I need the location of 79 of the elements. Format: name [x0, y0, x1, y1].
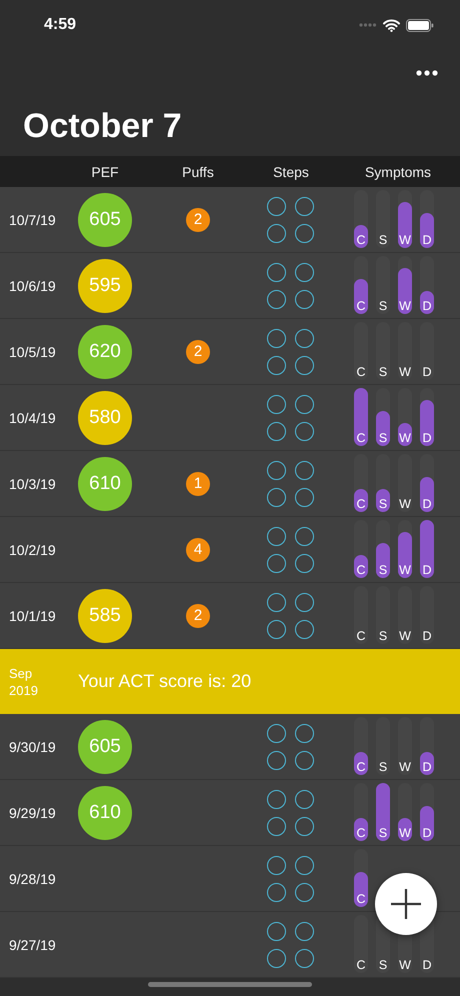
date-label: 9/28/19 [8, 870, 57, 886]
signal-icon [359, 23, 377, 27]
symptom-letter: C [355, 563, 367, 577]
symptom-letter: D [421, 233, 433, 247]
symptom-letter: C [355, 365, 367, 379]
symptom-letter: W [398, 233, 412, 247]
symptom-letter: S [378, 760, 388, 774]
symptom-letter: D [421, 629, 433, 643]
symptom-letter: C [355, 826, 367, 840]
pef-reading: 610 [78, 786, 132, 840]
symptom-letter: S [378, 431, 388, 445]
symptom-letter: C [355, 629, 367, 643]
pef-reading: 605 [78, 192, 132, 246]
symptom-letter: S [378, 365, 388, 379]
puffs-count: 1 [186, 472, 210, 496]
pef-reading: 595 [78, 258, 132, 312]
symptom-letter: C [355, 233, 367, 247]
symptom-letter: W [398, 365, 412, 379]
symptom-letter: C [355, 299, 367, 313]
battery-icon [406, 18, 434, 32]
symptom-letter: D [421, 958, 433, 972]
symptom-letter: D [421, 365, 433, 379]
pef-reading: 605 [78, 720, 132, 774]
act-score-banner[interactable]: Sep 2019 Your ACT score is: 20 [0, 649, 460, 714]
symptom-letter: D [421, 826, 433, 840]
pef-reading: 620 [78, 324, 132, 378]
symptom-letter: W [398, 958, 412, 972]
page-title: October 7 [22, 106, 183, 147]
act-score-message: Your ACT score is: 20 [78, 671, 252, 692]
symptom-letter: W [398, 826, 412, 840]
puffs-count: 4 [186, 538, 210, 562]
pef-reading: 585 [78, 588, 132, 642]
symptom-letter: W [398, 299, 412, 313]
symptom-letter: S [378, 958, 388, 972]
pef-reading: 610 [78, 456, 132, 510]
symptom-letter: S [378, 563, 388, 577]
symptom-letter: W [398, 431, 412, 445]
date-label: 9/30/19 [8, 738, 57, 754]
date-label: 10/6/19 [8, 278, 57, 294]
symptom-letter: C [355, 760, 367, 774]
column-header: Symptoms [364, 164, 432, 180]
wifi-icon [383, 18, 400, 32]
column-header: PEF [90, 164, 120, 180]
date-label: 10/7/19 [8, 212, 57, 228]
symptom-letter: S [378, 233, 388, 247]
symptom-letter: W [398, 760, 412, 774]
date-label: 9/27/19 [8, 936, 57, 952]
symptom-letter: D [421, 563, 433, 577]
column-header: Puffs [181, 164, 215, 180]
plus-icon [390, 888, 422, 920]
banner-month: Sep [9, 666, 34, 680]
symptom-letter: D [421, 760, 433, 774]
symptom-letter: C [355, 497, 367, 511]
date-label: 9/29/19 [8, 804, 57, 820]
symptom-letter: W [398, 497, 412, 511]
banner-year: 2019 [9, 682, 39, 698]
puffs-count: 2 [186, 604, 210, 628]
date-label: 10/4/19 [8, 410, 57, 426]
date-label: 10/3/19 [8, 476, 57, 492]
date-label: 10/2/19 [8, 542, 57, 558]
symptom-letter: S [378, 299, 388, 313]
date-label: 10/5/19 [8, 344, 57, 360]
symptom-letter: S [378, 497, 388, 511]
symptom-letter: S [378, 629, 388, 643]
symptom-letter: C [355, 892, 367, 906]
symptom-letter: C [355, 431, 367, 445]
pef-reading: 580 [78, 390, 132, 444]
symptom-letter: D [421, 299, 433, 313]
symptom-letter: S [378, 826, 388, 840]
symptom-letter: W [398, 629, 412, 643]
puffs-count: 2 [186, 340, 210, 364]
date-label: 10/1/19 [8, 608, 57, 624]
status-time: 4:59 [44, 16, 76, 34]
puffs-count: 2 [186, 208, 210, 232]
symptom-letter: D [421, 431, 433, 445]
column-header: Steps [272, 164, 310, 180]
symptom-letter: D [421, 497, 433, 511]
symptom-letter: C [355, 958, 367, 972]
symptom-letter: W [398, 563, 412, 577]
